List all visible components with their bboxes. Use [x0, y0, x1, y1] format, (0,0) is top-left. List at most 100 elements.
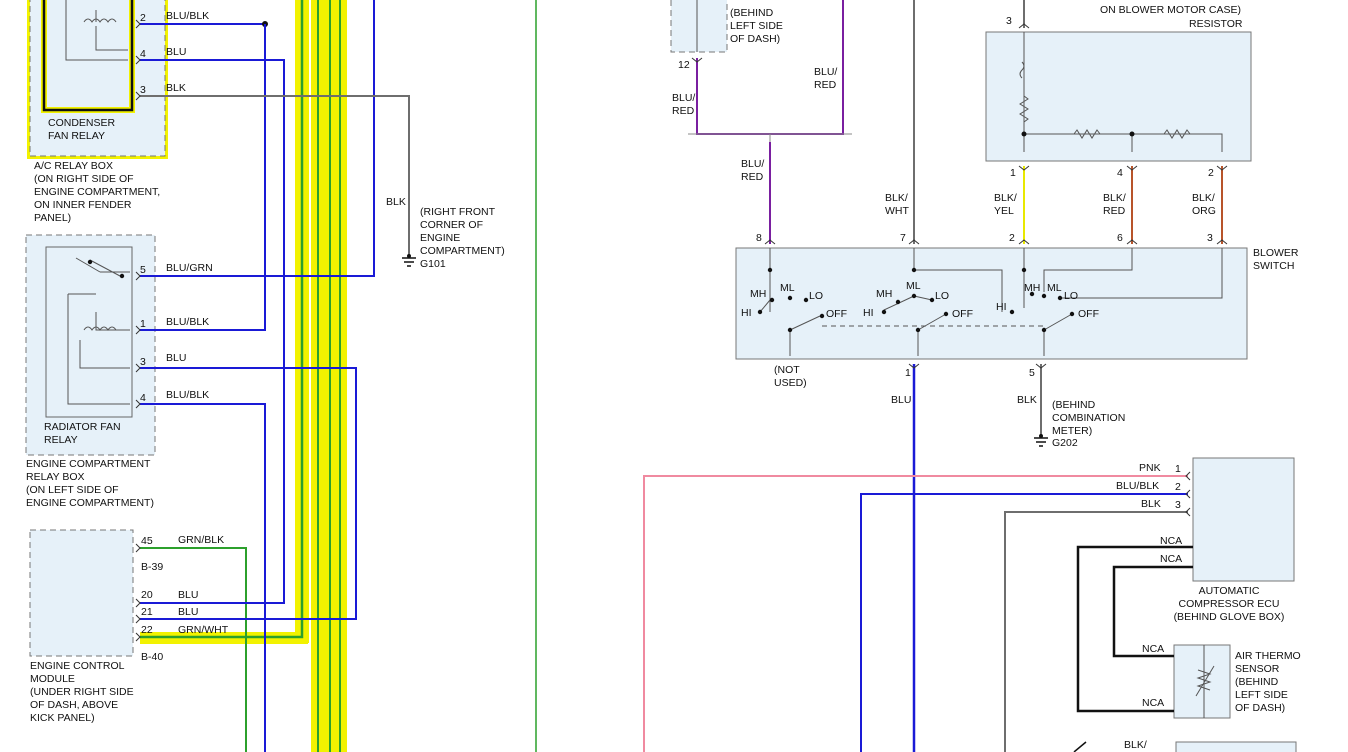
wire-blk-g101[interactable]	[140, 95, 410, 256]
wire-label-nca-3: NCA	[1142, 643, 1164, 655]
wire-label-blu-red-b: BLU/RED	[814, 66, 837, 91]
switch-label-ml-1: ML	[780, 282, 795, 294]
label-not-used: (NOT USED)	[774, 364, 807, 389]
wire-grn-blk[interactable]	[140, 547, 247, 752]
pin-ecu-3: 3	[1175, 499, 1181, 511]
pin-bs-1: 1	[905, 367, 911, 379]
wire-label-blu-blk-c: BLU/BLK	[166, 389, 209, 401]
blower-resistor[interactable]	[985, 31, 1252, 162]
pin-ecm-45: 45	[141, 535, 153, 547]
label-air-thermo-sensor: AIR THERMO SENSOR (BEHIND LEFT SIDE OF DASH)	[1235, 650, 1301, 714]
wire-label-blu-b: BLU	[166, 352, 186, 364]
blower-switch[interactable]	[735, 247, 1248, 360]
pin-bs-7: 7	[900, 232, 906, 244]
pin-ecm-21: 21	[141, 606, 153, 618]
pin-dash-12: 12	[678, 59, 690, 71]
pin-bs-8: 8	[756, 232, 762, 244]
pin-ecm-20: 20	[141, 589, 153, 601]
pin-rf-5: 5	[140, 264, 146, 276]
wire-label-blk-ecu: BLK	[1141, 498, 1161, 510]
wire-label-blk-red: BLK/RED	[1103, 192, 1126, 217]
pin-ac-2: 2	[140, 12, 146, 24]
wire-label-blu-out: BLU	[891, 394, 911, 406]
ground-g101-icon	[402, 257, 416, 267]
connector-b39: B-39	[141, 561, 163, 573]
switch-label-off-2: OFF	[952, 308, 973, 320]
pin-res-4: 4	[1117, 167, 1123, 179]
switch-label-lo-2: LO	[935, 290, 949, 302]
automatic-compressor-ecu[interactable]	[1192, 457, 1295, 582]
pin-bs-2: 2	[1009, 232, 1015, 244]
wire-label-blk-wht: BLK/WHT	[885, 192, 909, 217]
wire-label-grn-wht: GRN/WHT	[178, 624, 229, 636]
label-behind-left-dash: (BEHIND LEFT SIDE OF DASH)	[730, 7, 783, 45]
wire-label-blu-red-c: BLU/RED	[741, 158, 764, 183]
wire-label-nca-2: NCA	[1160, 553, 1182, 565]
switch-label-hi-2: HI	[863, 307, 874, 319]
pin-ecu-2: 2	[1175, 481, 1181, 493]
wire-label-grn-blk: GRN/BLK	[178, 534, 224, 546]
pin-ecm-22: 22	[141, 624, 153, 636]
label-g101-location: (RIGHT FRONT CORNER OF ENGINE COMPARTMENT)	[420, 206, 505, 257]
pin-res-3: 3	[1006, 15, 1012, 27]
switch-label-lo-1: LO	[809, 290, 823, 302]
pin-res-2: 2	[1208, 167, 1214, 179]
wiring-diagram: 2 4 3 5 1 3 4 45 20 21 22 12 3 1 4 2 8 7…	[25, 0, 1301, 752]
switch-label-ml-2: ML	[906, 280, 921, 292]
label-g202: G202	[1052, 437, 1078, 449]
switch-label-hi-1: HI	[741, 307, 752, 319]
switch-label-off-1: OFF	[826, 308, 847, 320]
wire-label-blk-g101: BLK	[386, 196, 406, 208]
connector-b40: B-40	[141, 651, 163, 663]
wire-label-blu-blk-ecu: BLU/BLK	[1116, 480, 1159, 492]
switch-label-mh-2: MH	[876, 288, 892, 300]
pin-res-1: 1	[1010, 167, 1016, 179]
pin-ecu-1: 1	[1175, 463, 1181, 475]
pin-rf-1: 1	[140, 318, 146, 330]
wire-blu-blk-ecu[interactable]	[860, 493, 1188, 752]
switch-label-off-3: OFF	[1078, 308, 1099, 320]
label-engine-control-module: ENGINE CONTROL MODULE (UNDER RIGHT SIDE OF …	[30, 660, 134, 724]
label-automatic-compressor-ecu: AUTOMATIC COMPRESSOR ECU (BEHIND GLOVE BOX…	[1174, 585, 1285, 623]
label-blower-switch: BLOWER SWITCH	[1253, 247, 1299, 272]
label-resistor: RESISTOR	[1189, 18, 1243, 30]
ground-g202-icon	[1034, 437, 1048, 447]
pin-bs-3: 3	[1207, 232, 1213, 244]
switch-label-mh-1: MH	[750, 288, 766, 300]
wire-label-blk-g202: BLK	[1017, 394, 1037, 406]
dash-connector-box	[670, 0, 728, 53]
engine-control-module[interactable]	[29, 529, 134, 657]
label-blower-motor-case: ON BLOWER MOTOR CASE)	[1100, 4, 1241, 16]
wire-label-nca-1: NCA	[1160, 535, 1182, 547]
label-g101: G101	[420, 258, 446, 270]
wire-label-blk-a: BLK	[166, 82, 186, 94]
switch-label-mh-3: MH	[1024, 282, 1040, 294]
wire-label-blu-blk-a: BLU/BLK	[166, 10, 209, 22]
pin-ac-3: 3	[140, 84, 146, 96]
wire-label-blu-blk-b: BLU/BLK	[166, 316, 209, 328]
wire-label-blu-d: BLU	[178, 606, 198, 618]
pin-rf-4: 4	[140, 392, 146, 404]
wire-label-blu-c: BLU	[178, 589, 198, 601]
wire-blu-red-a[interactable]	[696, 58, 770, 135]
label-engine-compartment-relay-box: ENGINE COMPARTMENT RELAY BOX (ON LEFT SIDE…	[26, 458, 154, 509]
label-ac-relay-box: A/C RELAY BOX (ON RIGHT SIDE OF ENGINE COM…	[34, 160, 160, 224]
pin-bs-6: 6	[1117, 232, 1123, 244]
air-thermo-sensor[interactable]	[1173, 644, 1231, 719]
pin-ac-4: 4	[140, 48, 146, 60]
wire-label-blu-a: BLU	[166, 46, 186, 58]
switch-label-lo-3: LO	[1064, 290, 1078, 302]
wire-label-blk-bottom: BLK/	[1124, 739, 1147, 751]
wire-label-pnk: PNK	[1139, 462, 1161, 474]
wire-label-blk-yel: BLK/YEL	[994, 192, 1017, 217]
bottom-partial-component	[1175, 741, 1297, 752]
wire-label-blu-red-a: BLU/RED	[672, 92, 695, 117]
wire-label-blk-org: BLK/ORG	[1192, 192, 1216, 217]
switch-label-hi-3: HI	[996, 301, 1007, 313]
wire-label-nca-4: NCA	[1142, 697, 1164, 709]
label-g202-location: (BEHIND COMBINATION METER)	[1052, 399, 1125, 437]
pin-rf-3: 3	[140, 356, 146, 368]
switch-label-ml-3: ML	[1047, 282, 1062, 294]
wire-label-blu-grn: BLU/GRN	[166, 262, 213, 274]
pin-bs-5: 5	[1029, 367, 1035, 379]
